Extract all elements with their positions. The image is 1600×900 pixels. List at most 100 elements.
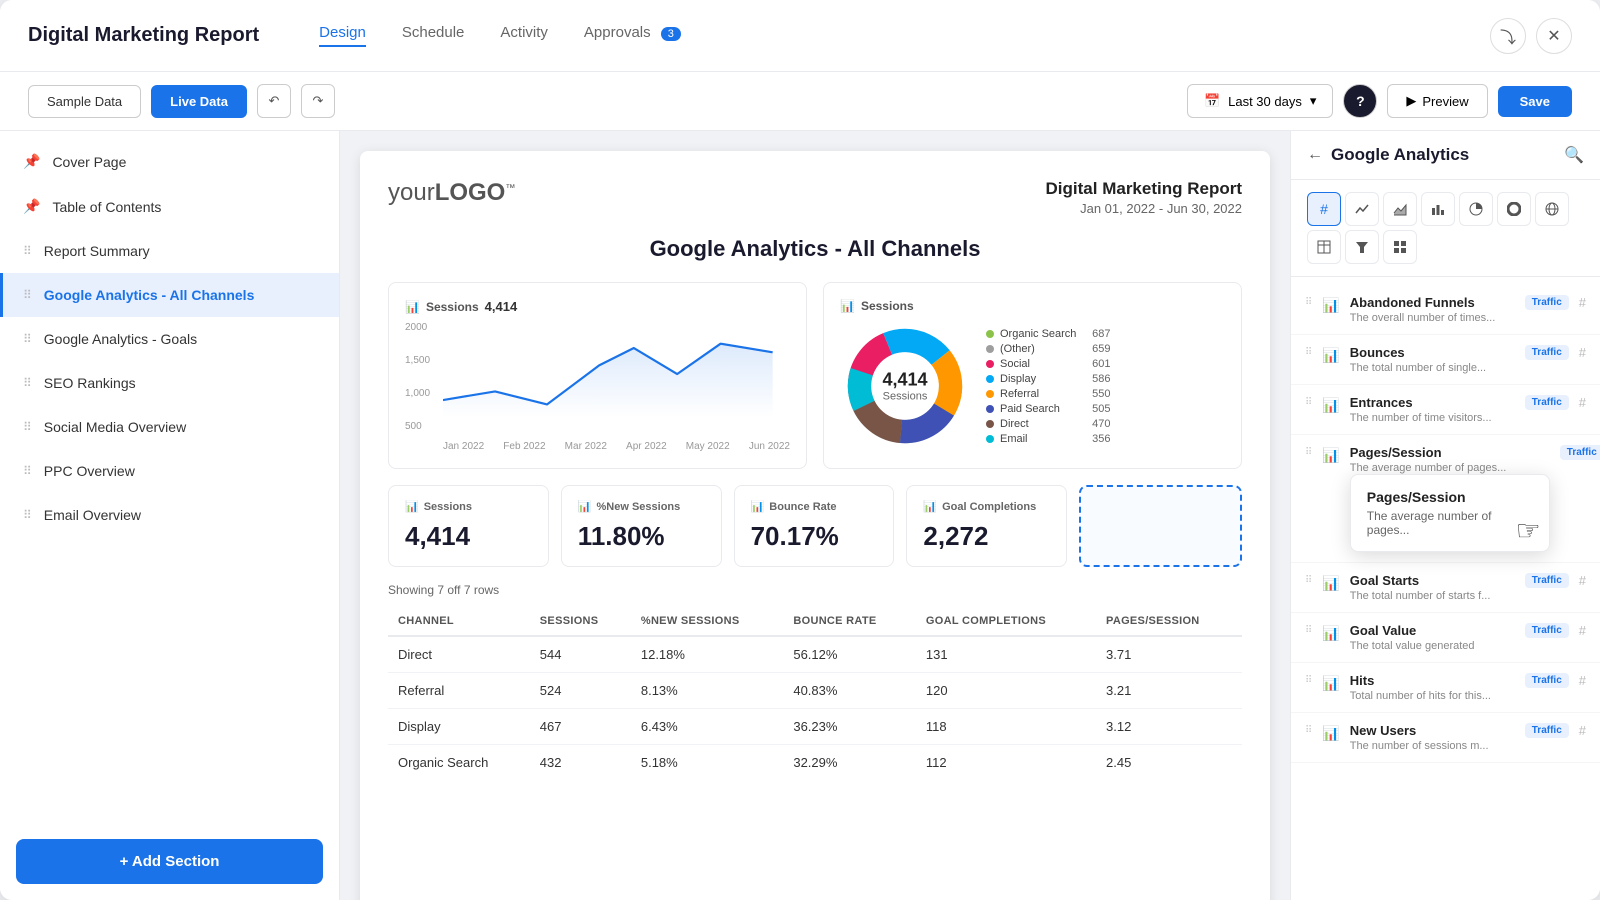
help-button[interactable]: ?	[1343, 84, 1377, 118]
chart-icon: 📊	[1322, 395, 1339, 414]
sidebar-item-google-analytics-goals[interactable]: ⠿ Google Analytics - Goals	[0, 317, 339, 361]
line-chart-svg	[443, 322, 790, 417]
drag-handle-icon: ⠿	[23, 244, 32, 258]
widget-item[interactable]: ⠿ 📊 Bounces The total number of single..…	[1291, 335, 1600, 385]
wtype-hash[interactable]: #	[1307, 192, 1341, 226]
left-sidebar: 📌 Cover Page 📌 Table of Contents ⠿ Repor…	[0, 131, 340, 900]
page-title-block: Digital Marketing Report Jan 01, 2022 - …	[1046, 179, 1242, 216]
donut-legend: Organic Search687 (Other)659 Social601 D…	[986, 328, 1110, 445]
widget-item[interactable]: ⠿ 📊 New Users The number of sessions m..…	[1291, 713, 1600, 763]
sidebar-items-list: 📌 Cover Page 📌 Table of Contents ⠿ Repor…	[0, 131, 339, 823]
drag-handle-icon: ⠿	[1305, 295, 1312, 308]
widget-desc: The total number of single...	[1350, 362, 1515, 374]
right-panel-header: ← Google Analytics 🔍	[1291, 131, 1600, 180]
date-range-button[interactable]: 📅 Last 30 days ▾	[1187, 84, 1333, 118]
wtype-funnel[interactable]	[1345, 230, 1379, 264]
logo: yourLOGO™	[388, 179, 515, 207]
metric-card-goal-completions: 📊Goal Completions 2,272	[906, 485, 1067, 567]
widget-desc: The number of sessions m...	[1350, 740, 1515, 752]
widget-item[interactable]: ⠿ 📊 Abandoned Funnels The overall number…	[1291, 285, 1600, 335]
wtype-bar[interactable]	[1421, 192, 1455, 226]
widget-desc: The overall number of times...	[1350, 312, 1515, 324]
donut-svg: 4,414 Sessions	[840, 321, 970, 451]
widget-name: Hits	[1350, 673, 1515, 688]
play-icon: ▶	[1406, 93, 1416, 109]
widget-item[interactable]: ⠿ 📊 Goal Starts The total number of star…	[1291, 563, 1600, 613]
table-row: Referral5248.13%40.83%1203.21	[388, 673, 1242, 709]
table-row: Organic Search4325.18%32.29%1122.45	[388, 745, 1242, 781]
widget-info: Goal Value The total value generated	[1350, 623, 1515, 652]
wtype-pie[interactable]	[1459, 192, 1493, 226]
widget-info: Hits Total number of hits for this...	[1350, 673, 1515, 702]
wtype-table[interactable]	[1307, 230, 1341, 264]
widget-item[interactable]: ⠿ 📊 Goal Value The total value generated…	[1291, 613, 1600, 663]
live-data-button[interactable]: Live Data	[151, 85, 247, 118]
toolbar: Sample Data Live Data ↶ ↷ 📅 Last 30 days…	[0, 72, 1600, 131]
wtype-globe[interactable]	[1535, 192, 1569, 226]
line-chart-box: 📊 Sessions 4,414 2000 1,500 1,000 500	[388, 282, 807, 469]
cursor-icon: ☞	[1516, 514, 1541, 547]
widget-info: Pages/Session The average number of page…	[1350, 445, 1550, 552]
wtype-donut[interactable]	[1497, 192, 1531, 226]
col-new-sessions: %NEW SESSIONS	[631, 607, 783, 636]
close-button[interactable]: ✕	[1536, 18, 1572, 54]
drag-handle-icon: ⠿	[1305, 723, 1312, 736]
drag-handle-icon: ⠿	[1305, 573, 1312, 586]
chart-icon: 📊	[1322, 295, 1339, 314]
share-button[interactable]: ⤵	[1490, 18, 1526, 54]
sidebar-item-table-of-contents[interactable]: 📌 Table of Contents	[0, 184, 339, 229]
back-arrow-icon[interactable]: ←	[1307, 146, 1323, 164]
widget-name: New Users	[1350, 723, 1515, 738]
widget-name: Bounces	[1350, 345, 1515, 360]
redo-button[interactable]: ↷	[301, 84, 335, 118]
widget-desc: Total number of hits for this...	[1350, 690, 1515, 702]
widget-hash-icon: #	[1579, 345, 1586, 360]
sidebar-item-email-overview[interactable]: ⠿ Email Overview	[0, 493, 339, 537]
widget-info: Abandoned Funnels The overall number of …	[1350, 295, 1515, 324]
tab-approvals[interactable]: Approvals 3	[584, 24, 681, 47]
charts-row: 📊 Sessions 4,414 2000 1,500 1,000 500	[388, 282, 1242, 469]
drag-handle-icon: ⠿	[23, 420, 32, 434]
sidebar-item-google-analytics-channels[interactable]: ⠿ Google Analytics - All Channels	[0, 273, 339, 317]
widget-hash-icon: #	[1579, 673, 1586, 688]
sidebar-item-cover-page[interactable]: 📌 Cover Page	[0, 139, 339, 184]
sidebar-item-ppc-overview[interactable]: ⠿ PPC Overview	[0, 449, 339, 493]
center-canvas: yourLOGO™ Digital Marketing Report Jan 0…	[340, 131, 1290, 900]
right-panel-title: Google Analytics	[1331, 145, 1556, 165]
search-icon[interactable]: 🔍	[1564, 145, 1584, 165]
table-row: Direct54412.18%56.12%1313.71	[388, 636, 1242, 673]
widget-desc: The number of time visitors...	[1350, 412, 1515, 424]
widget-item[interactable]: ⠿ 📊 Entrances The number of time visitor…	[1291, 385, 1600, 435]
data-table: CHANNEL SESSIONS %NEW SESSIONS BOUNCE RA…	[388, 607, 1242, 780]
donut-container: 4,414 Sessions Organic Search687 (Other)…	[840, 321, 1225, 451]
sample-data-button[interactable]: Sample Data	[28, 85, 141, 118]
widget-item[interactable]: ⠿ 📊 Pages/Session The average number of …	[1291, 435, 1600, 563]
metric-card-bounce-rate: 📊Bounce Rate 70.17%	[734, 485, 895, 567]
col-goal-completions: GOAL COMPLETIONS	[916, 607, 1096, 636]
page-report-title: Digital Marketing Report	[1046, 179, 1242, 199]
tab-design[interactable]: Design	[319, 24, 366, 47]
wtype-grid[interactable]	[1383, 230, 1417, 264]
save-button[interactable]: Save	[1498, 86, 1572, 117]
wtype-line[interactable]	[1345, 192, 1379, 226]
undo-button[interactable]: ↶	[257, 84, 291, 118]
chart-icon: 📊	[1322, 623, 1339, 642]
sidebar-item-report-summary[interactable]: ⠿ Report Summary	[0, 229, 339, 273]
line-chart-label: 📊 Sessions 4,414	[405, 299, 790, 314]
col-sessions: SESSIONS	[530, 607, 631, 636]
tab-activity[interactable]: Activity	[500, 24, 548, 47]
widget-hash-icon: #	[1579, 723, 1586, 738]
tab-schedule[interactable]: Schedule	[402, 24, 465, 47]
wtype-area[interactable]	[1383, 192, 1417, 226]
col-pages-session: PAGES/SESSION	[1096, 607, 1242, 636]
widget-item[interactable]: ⠿ 📊 Hits Total number of hits for this..…	[1291, 663, 1600, 713]
drag-handle-icon: ⠿	[1305, 623, 1312, 636]
col-channel: CHANNEL	[388, 607, 530, 636]
drag-handle-icon: ⠿	[23, 376, 32, 390]
preview-button[interactable]: ▶ Preview	[1387, 84, 1487, 118]
sidebar-item-social-media-overview[interactable]: ⠿ Social Media Overview	[0, 405, 339, 449]
widget-name: Pages/Session	[1350, 445, 1550, 460]
add-section-button[interactable]: + Add Section	[16, 839, 323, 884]
widget-tag: Traffic	[1525, 295, 1569, 310]
sidebar-item-seo-rankings[interactable]: ⠿ SEO Rankings	[0, 361, 339, 405]
